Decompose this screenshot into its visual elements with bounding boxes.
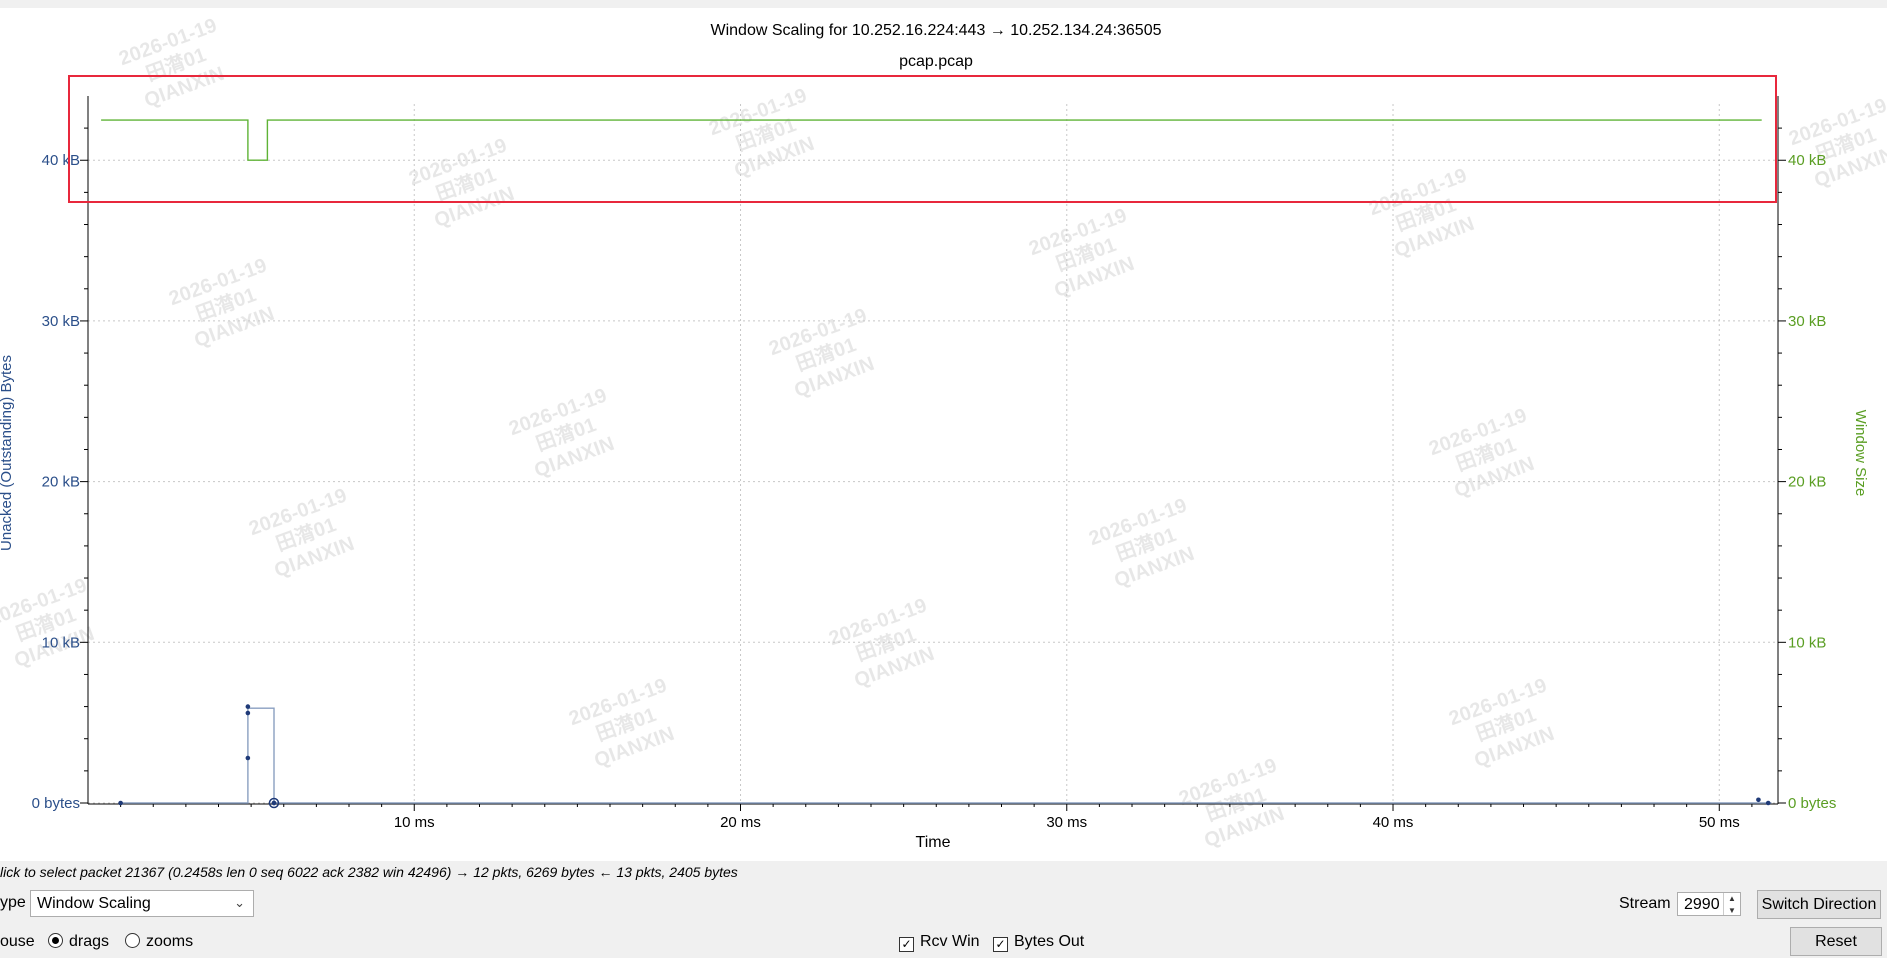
y-tick-label-right: 30 kB <box>1788 313 1826 330</box>
graph-canvas[interactable]: 2026-01-19田潸01QIANXIN 2026-01-19田潸01QIANX… <box>0 8 1887 861</box>
watermark: 2026-01-19田潸01QIANXIN <box>246 485 357 583</box>
bytes-out-point <box>1765 800 1771 806</box>
y-tick-label-left: 30 kB <box>42 313 80 330</box>
watermark: 2026-01-19田潸01QIANXIN <box>0 575 97 673</box>
x-tick-label: 50 ms <box>1699 814 1740 831</box>
x-tick-label: 10 ms <box>394 814 435 831</box>
radio-checked-icon <box>48 933 63 948</box>
y-tick-label-left: 20 kB <box>42 474 80 491</box>
y-tick-label-left: 10 kB <box>42 634 80 651</box>
graph-type-select[interactable]: Window Scaling ⌄ <box>30 890 254 917</box>
watermark: 2026-01-19田潸01QIANXIN <box>566 675 677 773</box>
zooms-radio[interactable]: zooms <box>125 933 193 951</box>
stream-value: 2990 <box>1684 896 1720 913</box>
watermark: 2026-01-19田潸01QIANXIN <box>1026 205 1137 303</box>
x-tick-label: 40 ms <box>1373 814 1414 831</box>
selected-packet-dot <box>271 800 277 806</box>
watermark: 2026-01-19田潸01QIANXIN <box>1176 755 1287 853</box>
watermark: 2026-01-19田潸01QIANXIN <box>1366 165 1477 263</box>
spin-arrows-icon[interactable]: ▲ ▼ <box>1723 893 1740 915</box>
stream-spinbox[interactable]: 2990 ▲ ▼ <box>1677 892 1741 916</box>
watermark: 2026-01-19田潸01QIANXIN <box>706 85 817 183</box>
rcv-win-line <box>101 119 1762 161</box>
radio-unchecked-icon <box>125 933 140 948</box>
checkbox-checked-icon: ✓ <box>899 937 914 952</box>
y-axis-label-left: Unacked (Outstanding) Bytes <box>0 355 15 551</box>
watermark: 2026-01-19田潸01QIANXIN <box>166 255 277 353</box>
watermark: 2026-01-19田潸01QIANXIN <box>406 135 517 233</box>
y-tick-label-right: 0 bytes <box>1788 795 1836 812</box>
bytes-out-point <box>118 800 123 806</box>
control-panel: lick to select packet 21367 (0.2458s len… <box>0 861 1887 958</box>
y-tick-label-right: 20 kB <box>1788 474 1826 491</box>
bytes-out-point <box>245 704 251 709</box>
bytes-out-checkbox[interactable]: ✓ Bytes Out <box>993 933 1084 952</box>
watermark: 2026-01-19田潸01QIANXIN <box>116 15 227 113</box>
reset-button[interactable]: Reset <box>1790 927 1882 956</box>
status-hint: lick to select packet 21367 (0.2458s len… <box>0 864 738 880</box>
checkbox-checked-icon: ✓ <box>993 937 1008 952</box>
bytes-out-point <box>245 710 251 716</box>
stream-label: Stream <box>1619 895 1671 912</box>
graph-title: Window Scaling for 10.252.16.224:443 → 1… <box>711 22 1162 39</box>
graph-type-value: Window Scaling <box>37 895 151 912</box>
x-tick-label: 30 ms <box>1046 814 1087 831</box>
y-tick-label-right: 40 kB <box>1788 152 1826 169</box>
mouse-label: ouse <box>0 933 35 950</box>
rcv-win-checkbox[interactable]: ✓ Rcv Win <box>899 933 980 952</box>
y-tick-label-left: 0 bytes <box>32 795 80 812</box>
graph-subtitle: pcap.pcap <box>899 53 973 70</box>
rcv-win-label: Rcv Win <box>920 933 980 950</box>
zooms-label: zooms <box>146 933 194 950</box>
watermark: 2026-01-19田潸01QIANXIN <box>1426 405 1537 503</box>
watermark: 2026-01-19田潸01QIANXIN <box>766 305 877 403</box>
watermark: 2026-01-19田潸01QIANXIN <box>1786 95 1887 193</box>
top-strip <box>0 0 1887 8</box>
highlight-annotation-box <box>68 75 1777 203</box>
watermark: 2026-01-19田潸01QIANXIN <box>506 385 617 483</box>
chevron-down-icon: ⌄ <box>234 895 245 910</box>
watermark: 2026-01-19田潸01QIANXIN <box>1086 495 1197 593</box>
y-axis-label-right: Window Size <box>1852 410 1869 497</box>
watermark-layer: 2026-01-19田潸01QIANXIN 2026-01-19田潸01QIANX… <box>0 15 1887 853</box>
bytes-out-label: Bytes Out <box>1014 933 1085 950</box>
x-tick-label: 20 ms <box>720 814 761 831</box>
drags-label: drags <box>69 933 110 950</box>
type-label: ype <box>0 894 26 911</box>
watermark: 2026-01-19田潸01QIANXIN <box>1446 675 1557 773</box>
watermark: 2026-01-19田潸01QIANXIN <box>826 595 937 693</box>
bytes-out-point <box>245 755 251 761</box>
y-tick-label-right: 10 kB <box>1788 634 1826 651</box>
drags-radio[interactable]: drags <box>48 933 109 951</box>
bytes-out-point <box>1756 797 1761 803</box>
switch-direction-button[interactable]: Switch Direction <box>1757 890 1881 919</box>
x-axis-label: Time <box>916 834 951 851</box>
axis-layer: 10 ms 20 ms 30 ms 40 ms 50 ms 0 bytes 0 bytes 1… <box>32 96 1836 831</box>
y-tick-label-left: 40 kB <box>42 152 80 169</box>
graph-area[interactable]: 2026-01-19 田潸01 QIANXIN 2026-01-19 田潸01 QIANX… <box>0 8 1887 861</box>
